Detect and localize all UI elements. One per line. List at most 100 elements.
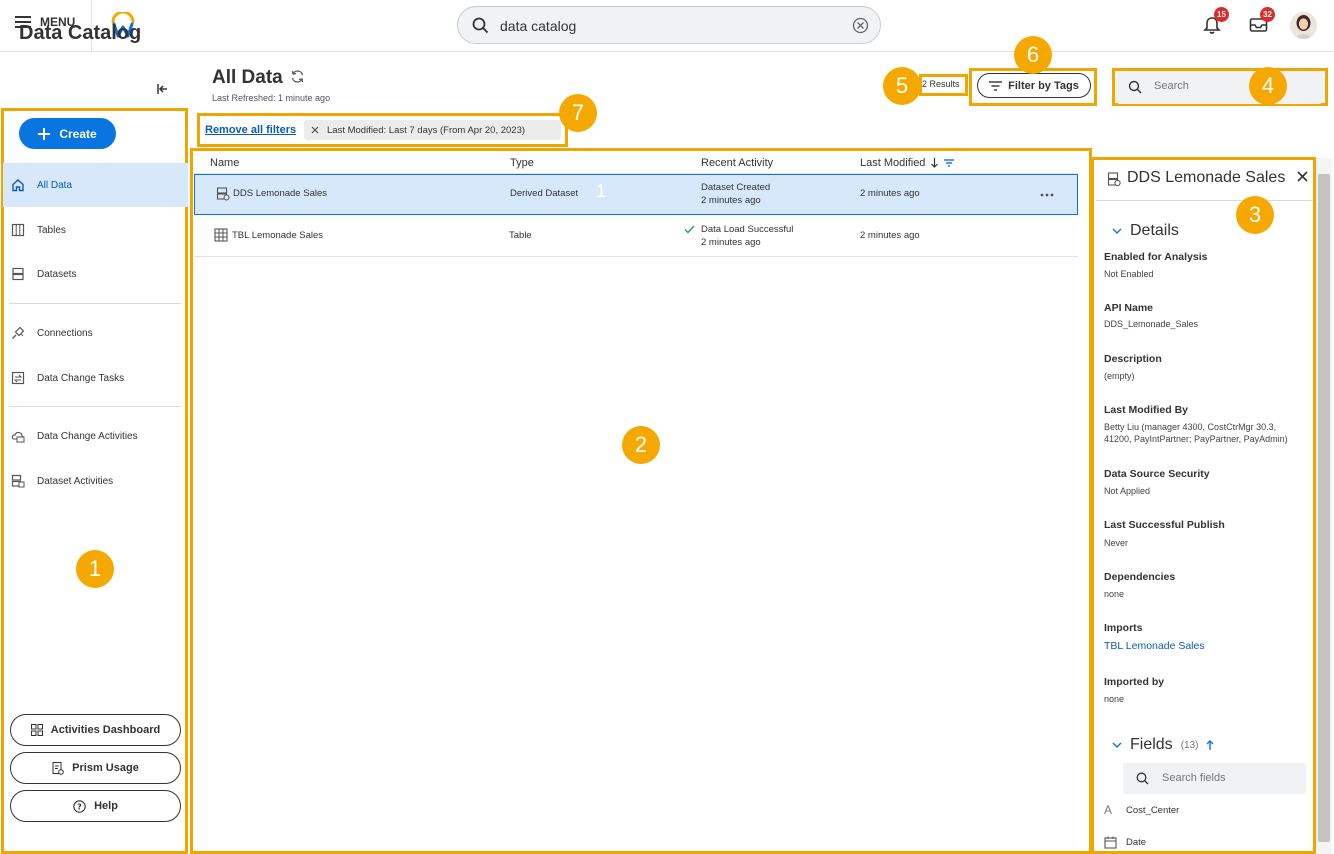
fields-section-toggle[interactable]: Fields (13) (1112, 736, 1214, 754)
dashboard-icon (30, 724, 43, 736)
column-header-type[interactable]: Type (510, 157, 534, 169)
close-icon[interactable] (1296, 170, 1309, 183)
detail-label: Imported by (1104, 676, 1165, 688)
detail-label: Last Modified By (1104, 404, 1189, 416)
more-options-icon[interactable] (1040, 193, 1054, 197)
table-row[interactable]: DDS Lemonade Sales Derived Dataset 1 Dat… (194, 174, 1078, 215)
sidebar-item-datasets[interactable]: Datasets (3, 252, 188, 296)
column-header-label: Last Modified (860, 157, 926, 169)
column-header-recent-activity[interactable]: Recent Activity (701, 157, 773, 169)
derived-dataset-icon (1107, 172, 1121, 187)
row-name[interactable]: TBL Lemonade Sales (232, 230, 323, 241)
detail-value: Not Enabled (1104, 269, 1154, 279)
detail-label: Dependencies (1104, 571, 1176, 583)
detail-label: Data Source Security (1104, 468, 1210, 480)
results-count: 2 Results (922, 79, 960, 89)
top-bar: MENU data catalog 15 32 (0, 0, 1334, 52)
notifications-button[interactable]: 15 (1203, 7, 1229, 35)
filter-by-tags-button[interactable]: Filter by Tags (977, 73, 1091, 98)
prism-usage-button[interactable]: Prism Usage (10, 752, 181, 784)
search-icon (1128, 80, 1142, 94)
detail-value: Never (1104, 538, 1129, 548)
page-title: All Data (212, 67, 283, 88)
sort-descending-icon[interactable] (930, 158, 939, 168)
inbox-badge: 32 (1260, 7, 1275, 22)
table-row[interactable]: TBL Lemonade Sales Table Data Load Succe… (194, 216, 1078, 257)
data-change-task-icon (11, 371, 25, 385)
activities-dashboard-button[interactable]: Activities Dashboard (10, 714, 181, 746)
catalog-search-input[interactable]: Search (1154, 80, 1189, 92)
detail-label: Imports (1104, 622, 1143, 634)
chevron-down-icon (1112, 228, 1122, 234)
detail-label: API Name (1104, 302, 1154, 314)
inbox-button[interactable]: 32 (1249, 7, 1275, 33)
imports-link[interactable]: TBL Lemonade Sales (1104, 640, 1304, 652)
details-header: Details (1130, 222, 1179, 239)
filter-icon[interactable] (944, 159, 955, 167)
collapse-sidebar-icon[interactable] (156, 83, 168, 95)
detail-value: none (1104, 589, 1125, 599)
remove-all-filters-link[interactable]: Remove all filters (205, 124, 296, 136)
fields-header: Fields (1130, 736, 1173, 753)
detail-value: (empty) (1104, 371, 1135, 381)
search-fields-input[interactable]: Search fields (1123, 763, 1306, 794)
dataset-activity-icon (11, 474, 25, 488)
sidebar-item-label: Tables (37, 224, 66, 236)
row-type: Derived Dataset (510, 188, 579, 199)
detail-label: Enabled for Analysis (1104, 251, 1208, 263)
sidebar-item-label: Dataset Activities (37, 475, 114, 487)
details-panel-title: DDS Lemonade Sales (1127, 169, 1286, 186)
field-item[interactable]: Date (1104, 836, 1146, 849)
search-icon (1136, 772, 1149, 785)
divider (1096, 200, 1313, 201)
detail-value: DDS_Lemonade_Sales (1104, 319, 1199, 329)
filter-icon (989, 80, 1003, 91)
data-change-activity-icon (11, 431, 25, 443)
field-item[interactable]: A Cost_Center (1104, 803, 1179, 817)
home-icon (12, 179, 24, 192)
global-search-input[interactable]: data catalog (500, 18, 576, 34)
refresh-icon[interactable] (290, 69, 305, 84)
close-icon[interactable] (311, 126, 319, 134)
plug-icon (12, 326, 25, 339)
column-header-last-modified[interactable]: Last Modified (860, 157, 955, 169)
annotation-marker: 7 (559, 94, 597, 132)
clear-search-icon[interactable] (852, 17, 869, 34)
sidebar-item-dataset-activities[interactable]: Dataset Activities (3, 459, 188, 503)
detail-value: Not Applied (1104, 486, 1151, 496)
notifications-badge: 15 (1214, 7, 1229, 22)
sidebar-item-connections[interactable]: Connections (3, 311, 188, 355)
field-name: Date (1126, 837, 1147, 848)
sort-ascending-icon[interactable] (1206, 740, 1214, 750)
sidebar-item-data-change-tasks[interactable]: Data Change Tasks (3, 356, 188, 400)
derived-dataset-icon (216, 187, 230, 201)
sidebar-item-data-change-activities[interactable]: Data Change Activities (3, 414, 188, 458)
row-last-modified: 2 minutes ago (860, 188, 920, 199)
active-filter-chip[interactable]: Last Modified: Last 7 days (From Apr 20,… (304, 120, 561, 140)
svg-text:?: ? (77, 802, 82, 811)
help-icon: ? (73, 799, 86, 813)
annotation-marker: 6 (1014, 36, 1052, 74)
scrollbar-thumb[interactable] (1318, 174, 1330, 842)
global-search-bar[interactable]: data catalog (457, 6, 881, 44)
avatar[interactable] (1290, 12, 1317, 39)
sidebar-item-tables[interactable]: Tables (3, 208, 188, 252)
row-type: Table (509, 230, 532, 241)
last-refreshed: Last Refreshed: 1 minute ago (212, 93, 331, 103)
filter-by-tags-label: Filter by Tags (1008, 79, 1079, 92)
annotation-marker: 1 (76, 550, 114, 588)
help-button[interactable]: ? Help (10, 790, 181, 822)
row-name[interactable]: DDS Lemonade Sales (233, 188, 327, 199)
sidebar-item-all-data[interactable]: All Data (3, 163, 188, 207)
column-header-name[interactable]: Name (210, 157, 239, 169)
catalog-search-field[interactable]: Search (1116, 71, 1323, 104)
annotation-marker: 3 (1236, 196, 1274, 234)
divider (9, 406, 181, 407)
details-section-toggle[interactable]: Details (1112, 222, 1179, 240)
text-type-icon: A (1104, 803, 1113, 817)
row-activity-time: 2 minutes ago (701, 195, 761, 206)
active-filter-label: Last Modified: Last 7 days (From Apr 20,… (327, 124, 526, 136)
create-button[interactable]: Create (19, 118, 116, 149)
row-last-modified: 2 minutes ago (860, 230, 920, 241)
divider (194, 256, 1078, 257)
